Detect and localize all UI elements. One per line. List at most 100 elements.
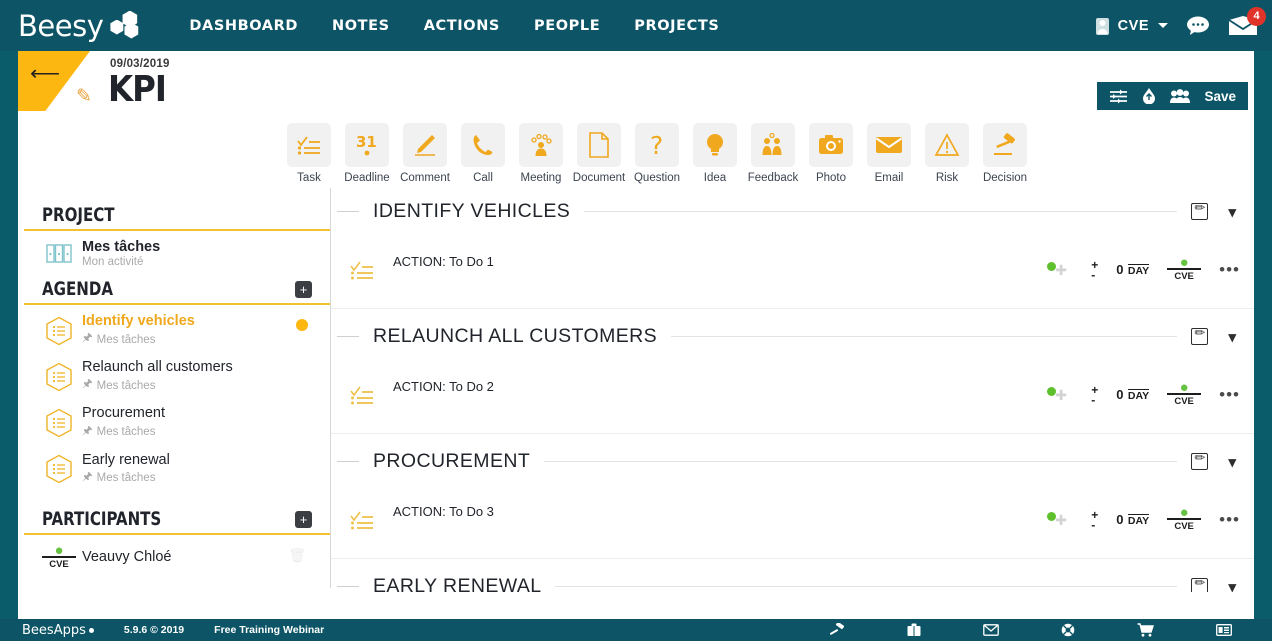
palette-item-document[interactable]: Document [573,123,625,184]
edit-square-icon[interactable] [1191,325,1209,345]
page-card: ⟵ ✎ 09/03/2019 KPI Save Task 31 Deadline… [18,51,1254,619]
chevron-down-icon[interactable]: ▾ [1228,453,1236,471]
sidebar-item-subtitle: Mon activité [82,256,144,269]
trash-icon[interactable]: 🗑 [288,547,306,564]
chevron-down-icon [1158,23,1168,28]
add-agenda-plus-icon[interactable]: + [295,281,312,299]
footer-logo-dot [88,627,94,633]
palette-item-task[interactable]: Task [283,123,335,184]
palette-item-feedback[interactable]: Feedback [747,123,799,184]
sidebar-item-title: Mes tâches [82,239,161,255]
participant-name: Veauvy Chloé [82,549,172,566]
footer-promo-link[interactable]: Free Training Webinar [214,624,324,636]
svg-text:31: 31 [356,133,377,151]
edit-square-icon[interactable] [1191,200,1209,220]
action-controls: ✚ + - 0 DAY ● CVE ••• [1047,505,1240,532]
chevron-down-icon[interactable]: ▾ [1228,328,1236,346]
sliders-icon[interactable] [1109,89,1128,104]
ellipsis-icon[interactable]: ••• [1219,261,1240,278]
shopping-cart-icon[interactable] [1137,623,1154,637]
stepper-minus[interactable]: - [1091,519,1098,531]
presence-status-icon[interactable]: ✚ [1047,510,1073,530]
footer-right [829,623,1232,637]
day-stepper[interactable]: + - [1091,384,1098,406]
chat-bubble-icon[interactable] [1186,16,1210,35]
checklist-icon [287,123,331,167]
sidebar-item-relaunch-all-customers[interactable]: Relaunch all customers 🖈 Mes tâches [24,351,330,397]
nav-item-actions[interactable]: ACTIONS [424,18,500,34]
palette-item-meeting[interactable]: Meeting [515,123,567,184]
palette-item-question[interactable]: ? Question [631,123,683,184]
page-title: KPI [108,69,167,110]
hexagon-list-icon [42,316,76,346]
sidebar-item-procurement[interactable]: Procurement 🖈 Mes tâches [24,397,330,443]
assignee-avatar[interactable]: ● CVE [1167,255,1202,282]
sidebar-item-identify-vehicles[interactable]: Identify vehicles 🖈 Mes tâches [24,305,330,351]
envelope-icon [867,123,911,167]
briefcase-icon[interactable] [907,623,921,637]
envelope-icon[interactable] [983,624,999,636]
stepper-minus[interactable]: - [1091,394,1098,406]
sidebar-section-agenda: AGENDA + [24,278,330,306]
hammer-icon[interactable] [829,623,845,637]
palette-item-call[interactable]: Call [457,123,509,184]
palette-item-comment[interactable]: Comment [399,123,451,184]
footer-logo-text: BeesApps [22,622,86,638]
action-row[interactable]: ACTION: To Do 3 ✚ + - 0 DAY ● CVE ••• [331,481,1254,559]
add-participant-plus-icon[interactable]: + [295,510,312,528]
chevron-down-icon[interactable]: ▾ [1228,578,1236,593]
day-label: DAY [1127,388,1150,402]
person-icon: ● [1179,379,1189,396]
edit-square-icon[interactable] [1191,450,1209,470]
nav-item-notes[interactable]: NOTES [332,18,390,34]
pencil-icon[interactable]: ✎ [76,85,92,108]
palette-item-email[interactable]: Email [863,123,915,184]
nav-links: DASHBOARD NOTES ACTIONS PEOPLE PROJECTS [189,18,719,34]
lifering-help-icon[interactable] [1061,623,1075,637]
id-card-icon[interactable] [1216,624,1232,636]
presence-status-icon[interactable]: ✚ [1047,385,1073,405]
palette-item-risk[interactable]: Risk [921,123,973,184]
back-arrow-icon[interactable]: ⟵ [30,63,60,84]
sidebar-item-early-renewal[interactable]: Early renewal 🖈 Mes tâches [24,444,330,490]
nav-item-dashboard[interactable]: DASHBOARD [189,18,298,34]
assignee-avatar[interactable]: ● CVE [1167,379,1202,407]
user-menu[interactable]: CVE [1094,16,1168,36]
people-group-icon[interactable] [1170,88,1191,104]
chevron-down-icon[interactable]: ▾ [1228,203,1236,221]
action-text: ACTION: To Do 3 [393,504,494,519]
assignee-initials: CVE [1167,393,1202,407]
sidebar-item-subtitle: 🖈 Mes tâches [82,330,195,349]
action-row[interactable]: ACTION: To Do 2 ✚ + - 0 DAY ● CVE ••• [331,356,1254,434]
palette-item-deadline[interactable]: 31 Deadline [341,123,393,184]
group-title: IDENTIFY VEHICLES [373,200,571,222]
sidebar-item-mes-taches[interactable]: Mes tâches Mon activité [24,231,330,270]
ellipsis-icon[interactable]: ••• [1219,386,1240,403]
participant-row[interactable]: ● CVE Veauvy Chloé 🗑 [24,535,330,572]
nav-item-people[interactable]: PEOPLE [534,18,600,34]
day-counter: 0 DAY [1116,511,1150,529]
hexagon-list-icon [42,454,76,484]
palette-item-decision[interactable]: Decision [979,123,1031,184]
save-button[interactable]: Save [1204,89,1236,104]
assignee-avatar[interactable]: ● CVE [1167,505,1202,532]
presence-status-icon[interactable]: ✚ [1047,260,1073,280]
group-title: RELAUNCH ALL CUSTOMERS [373,325,658,347]
beesapps-logo[interactable]: BeesApps [22,623,94,638]
day-stepper[interactable]: + - [1091,509,1098,531]
stepper-minus[interactable]: - [1091,269,1098,281]
ellipsis-icon[interactable]: ••• [1219,511,1240,528]
palette-item-idea[interactable]: Idea [689,123,741,184]
edit-square-icon[interactable] [1191,575,1209,592]
person-icon: ● [54,541,64,559]
palette-item-photo[interactable]: Photo [805,123,857,184]
mail-icon-wrapper[interactable]: 4 [1228,6,1266,37]
day-stepper[interactable]: + - [1091,259,1098,281]
page-action-toolbar: Save [1097,82,1248,110]
beesy-logo[interactable]: Beesy [18,9,151,43]
day-label: DAY [1127,263,1150,277]
upload-drop-icon[interactable] [1142,88,1156,104]
action-row[interactable]: ACTION: To Do 1 ✚ + - 0 DAY ● CVE ••• [331,231,1254,309]
hexagon-logo-icon [109,10,151,41]
nav-item-projects[interactable]: PROJECTS [634,18,719,34]
